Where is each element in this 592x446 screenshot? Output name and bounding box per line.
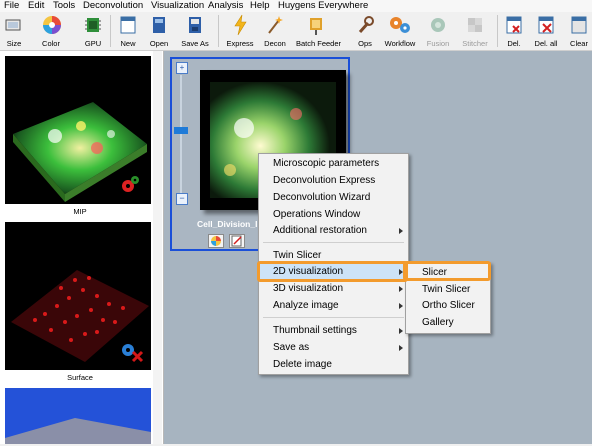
size-icon xyxy=(5,19,21,31)
third-thumbnail[interactable] xyxy=(5,388,151,444)
menu-item-label: Thumbnail settings xyxy=(273,325,357,336)
surface-thumbnail[interactable] xyxy=(5,222,151,370)
color-wheel-icon xyxy=(43,16,61,34)
slider-thumb[interactable] xyxy=(174,127,188,134)
menu-bar: File Edit Tools Deconvolution Visualizat… xyxy=(0,0,592,12)
submenu-item-twin-slicer[interactable]: Twin Slicer xyxy=(406,281,490,298)
menu-separator xyxy=(263,242,404,243)
submenu-item-gallery[interactable]: Gallery xyxy=(406,314,490,331)
submenu-arrow-icon xyxy=(399,303,403,309)
new-window-icon xyxy=(120,16,136,34)
menu-help[interactable]: Help xyxy=(250,0,270,12)
open-icon xyxy=(153,17,165,33)
menu-item-3d-visualization[interactable]: 3D visualization xyxy=(259,280,408,297)
menu-tools[interactable]: Tools xyxy=(53,0,75,12)
menu-edit[interactable]: Edit xyxy=(28,0,44,12)
stitcher-icon xyxy=(468,18,482,32)
image-name-label: Cell_Division_I xyxy=(197,219,258,229)
thumbnail-caption: Surface xyxy=(67,373,93,382)
menu-item-delete-image[interactable]: Delete image xyxy=(259,356,408,373)
clear-icon xyxy=(571,16,587,34)
mip-thumbnail[interactable] xyxy=(5,56,151,204)
submenu-arrow-icon xyxy=(399,345,403,351)
delete-icon xyxy=(506,16,522,34)
menu-item-microscopic-parameters[interactable]: Microscopic parameters xyxy=(259,155,408,172)
zoom-slider[interactable]: + − xyxy=(174,62,188,212)
image-parameters-button[interactable] xyxy=(229,234,245,248)
menu-file[interactable]: File xyxy=(4,0,19,12)
menu-item-deconvolution-express[interactable]: Deconvolution Express xyxy=(259,172,408,189)
menu-separator xyxy=(263,317,404,318)
zoom-out-icon[interactable]: − xyxy=(176,193,188,205)
image-color-button[interactable] xyxy=(208,234,224,248)
batch-feeder-icon xyxy=(310,18,322,35)
edit-parameters-icon xyxy=(231,235,242,247)
thumbnail-panel-scrollbar[interactable] xyxy=(153,51,162,444)
submenu-arrow-icon xyxy=(399,328,403,334)
thumbnail-caption: MIP xyxy=(73,207,87,216)
wrench-icon xyxy=(358,16,374,33)
menu-visualization[interactable]: Visualization xyxy=(151,0,204,12)
menu-item-additional-restoration[interactable]: Additional restoration xyxy=(259,222,408,239)
submenu-arrow-icon xyxy=(399,228,403,234)
toolbar-separator xyxy=(110,15,111,47)
menu-huygens-everywhere[interactable]: Huygens Everywhere xyxy=(278,0,368,12)
zoom-in-icon[interactable]: + xyxy=(176,62,188,74)
menu-analysis[interactable]: Analysis xyxy=(208,0,243,12)
delete-all-icon xyxy=(538,16,554,34)
menu-item-label: Analyze image xyxy=(273,300,339,311)
submenu-arrow-icon xyxy=(399,286,403,292)
workflow-gears-icon xyxy=(390,17,410,33)
volume-render-image xyxy=(5,418,151,444)
gpu-chip-icon xyxy=(85,18,101,32)
menu-item-label: 3D visualization xyxy=(273,283,344,294)
color-wheel-icon xyxy=(211,236,221,246)
toolbar-separator xyxy=(497,15,498,47)
decon-wand-icon xyxy=(268,16,283,34)
highlight-slicer xyxy=(403,261,491,281)
menu-item-label: Additional restoration xyxy=(273,225,367,236)
render-gear-icon xyxy=(122,176,139,192)
toolbar: Size Color GPU New Open Save As Express … xyxy=(0,12,592,51)
menu-item-label: Save as xyxy=(273,342,310,353)
menu-deconvolution[interactable]: Deconvolution xyxy=(83,0,143,12)
menu-item-save-as[interactable]: Save as xyxy=(259,339,408,356)
surface-remove-icon xyxy=(122,344,144,363)
submenu-item-ortho-slicer[interactable]: Ortho Slicer xyxy=(406,297,490,314)
save-icon xyxy=(189,17,201,33)
slider-track xyxy=(180,75,182,193)
toolbar-separator xyxy=(218,15,219,47)
menu-item-analyze-image[interactable]: Analyze image xyxy=(259,297,408,314)
menu-item-deconvolution-wizard[interactable]: Deconvolution Wizard xyxy=(259,189,408,206)
lightning-icon xyxy=(234,14,247,36)
menu-item-operations-window[interactable]: Operations Window xyxy=(259,206,408,223)
thumbnail-panel: MIP Surface xyxy=(0,51,164,444)
menu-item-thumbnail-settings[interactable]: Thumbnail settings xyxy=(259,322,408,339)
highlight-2d-visualization xyxy=(257,261,408,282)
fusion-icon xyxy=(431,18,445,32)
